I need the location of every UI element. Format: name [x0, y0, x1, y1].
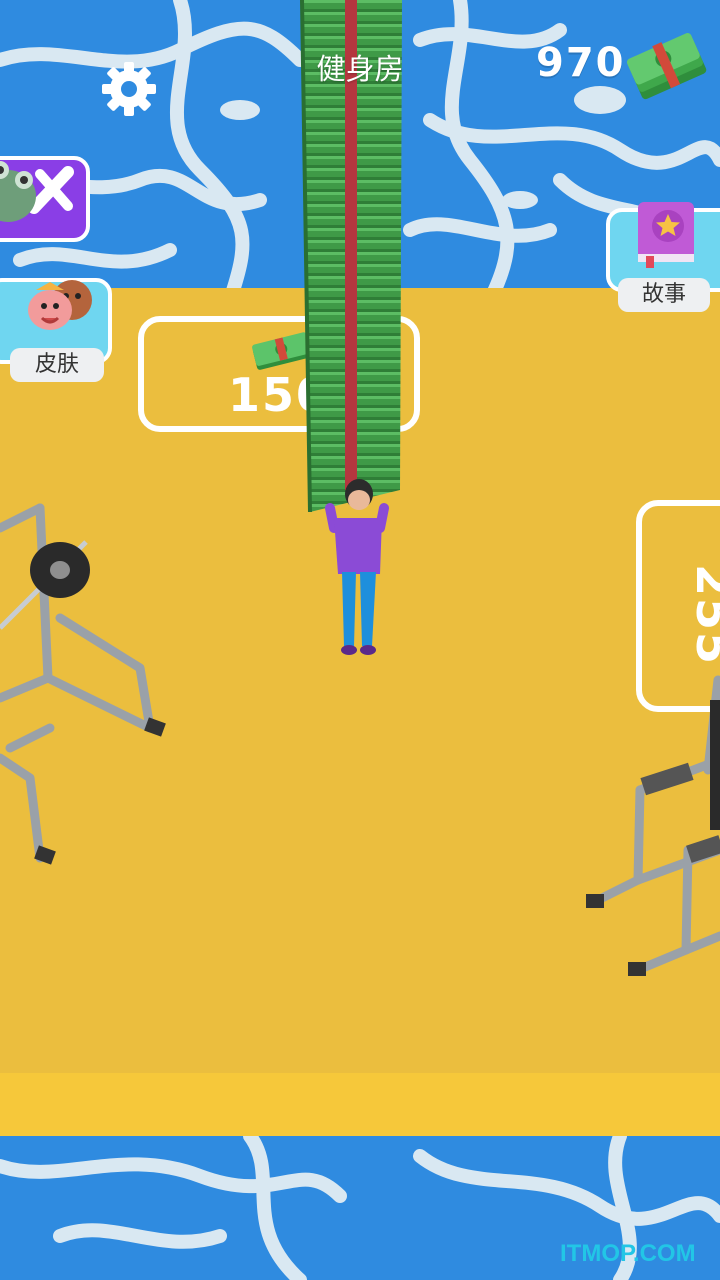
player-character [325, 479, 389, 655]
squat-rack-right[interactable] [578, 670, 720, 990]
gear-icon [102, 62, 156, 116]
skin-button-label: 皮肤 [10, 348, 104, 382]
squat-rack-left[interactable] [0, 498, 180, 878]
frog-tools-icon [0, 161, 74, 222]
settings-button[interactable] [100, 60, 158, 118]
story-button-label: 故事 [618, 278, 710, 312]
watermark: ITMOP.COM [560, 1240, 696, 1267]
zone-price-right: 255 [686, 564, 720, 667]
star-book-icon [638, 202, 694, 268]
cash-stack-icon [626, 33, 707, 100]
scene-title: 健身房 [316, 52, 404, 86]
skill-button[interactable] [0, 156, 90, 242]
floor-edge [0, 1073, 720, 1137]
faces-icon [28, 280, 92, 330]
money-count: 970 [536, 40, 626, 86]
